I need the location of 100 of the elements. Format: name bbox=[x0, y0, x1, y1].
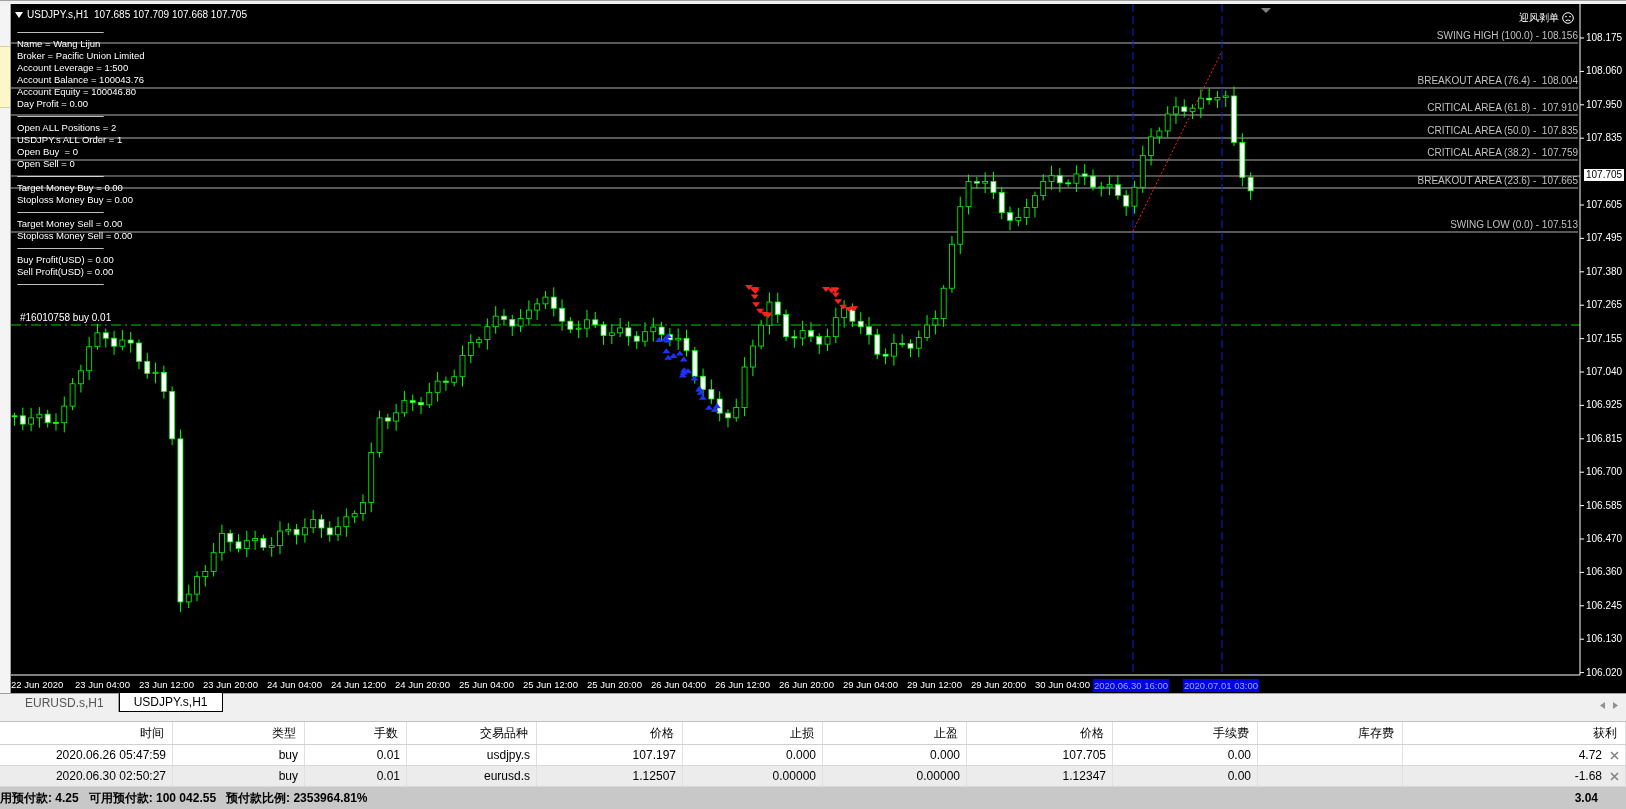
column-header[interactable]: 手续费 bbox=[1213, 724, 1249, 742]
table-cell-text: 1.12347 bbox=[1062, 768, 1106, 785]
column-header[interactable]: 手数 bbox=[374, 724, 398, 742]
table-cell-text: 107.197 bbox=[632, 747, 676, 764]
price-axis-label: 106.470 bbox=[1586, 533, 1623, 545]
info-text: Stoploss Money Buy = 0.00 bbox=[17, 194, 134, 206]
fibonacci-level-label: BREAKOUT AREA (76.4) - 108.004 bbox=[1417, 75, 1578, 87]
column-header[interactable]: 止损 bbox=[790, 724, 814, 742]
table-cell-text: 0.00 bbox=[1227, 768, 1251, 785]
info-text: Stoploss Money Sell = 0.00 bbox=[17, 230, 134, 242]
table-cell-text: -1.68 bbox=[1574, 768, 1602, 785]
info-text: Account Equity = 100046.80 bbox=[17, 86, 138, 98]
info-text: Target Money Buy = 0.00 bbox=[17, 182, 124, 194]
price-axis-label: 106.585 bbox=[1586, 499, 1623, 512]
info-text: Open Buy = 0 bbox=[17, 146, 79, 158]
column-header[interactable]: 获利 bbox=[1593, 724, 1617, 742]
table-cell-text: 0.01 bbox=[376, 747, 400, 764]
chart-title: USDJPY.s,H1 107.685 107.709 107.668 107.705 bbox=[27, 9, 247, 21]
sad-face-icon bbox=[1562, 12, 1574, 24]
price-axis-label: 106.130 bbox=[1586, 633, 1623, 646]
table-cell-text: usdjpy.s bbox=[486, 747, 530, 764]
info-text: Buy Profit(USD) = 0.00 bbox=[17, 254, 115, 266]
table-cell-text: 0.000 bbox=[785, 747, 816, 764]
table-cell-text: 1.12507 bbox=[632, 768, 676, 785]
time-axis-label: 29 Jun 04:00 bbox=[843, 678, 898, 692]
separator-text: ------------------------------------------- bbox=[17, 278, 105, 290]
time-axis-label: 23 Jun 12:00 bbox=[139, 678, 194, 692]
price-axis-label: 106.020 bbox=[1586, 666, 1623, 679]
time-axis-label: 29 Jun 20:00 bbox=[971, 678, 1026, 692]
column-header[interactable]: 价格 bbox=[1080, 724, 1104, 742]
fibonacci-level-label: CRITICAL AREA (61.8) - 107.910 bbox=[1427, 102, 1578, 114]
close-icon[interactable] bbox=[1610, 750, 1619, 760]
info-text: Day Profit = 0.00 bbox=[17, 98, 90, 110]
separator-text: ------------------------------------------- bbox=[17, 242, 105, 254]
chart-tab[interactable]: USDJPY.s,H1 bbox=[118, 693, 223, 712]
column-header[interactable]: 止盈 bbox=[934, 724, 958, 742]
time-axis-label: 26 Jun 20:00 bbox=[779, 678, 834, 692]
info-text: Broker = Pacific Union Limited bbox=[17, 50, 145, 62]
time-axis-label: 26 Jun 04:00 bbox=[651, 678, 706, 692]
price-axis-label: 107.380 bbox=[1586, 265, 1623, 278]
scroll-right-icon[interactable] bbox=[1613, 702, 1618, 709]
price-axis-label: 108.060 bbox=[1586, 65, 1623, 78]
status-text: 预付款比例: 2353964.81% bbox=[226, 790, 368, 807]
time-cursor-label: 2020.07.01 03:00 bbox=[1183, 679, 1259, 692]
info-text: Account Leverage = 1:500 bbox=[17, 62, 130, 74]
time-cursor-label: 2020.06.30 16:00 bbox=[1093, 679, 1169, 692]
price-axis-label: 107.155 bbox=[1586, 332, 1623, 345]
time-axis-label: 22 Jun 2020 bbox=[11, 678, 64, 692]
table-cell-text: 0.01 bbox=[376, 768, 400, 785]
price-axis-label: 107.040 bbox=[1586, 366, 1623, 378]
indicator-name: 迎风剥单 bbox=[1519, 12, 1559, 24]
separator-text: ------------------------------------------- bbox=[17, 110, 105, 122]
table-cell-text: 0.00 bbox=[1227, 747, 1251, 764]
column-header[interactable]: 价格 bbox=[650, 724, 674, 742]
table-cell-text: buy bbox=[278, 768, 298, 785]
status-text: 用预付款: 4.25 bbox=[0, 790, 79, 807]
time-axis-label: 29 Jun 12:00 bbox=[907, 678, 962, 692]
fibonacci-level-label: CRITICAL AREA (50.0) - 107.835 bbox=[1427, 125, 1578, 137]
price-axis-label: 106.815 bbox=[1586, 432, 1623, 445]
info-text: Open ALL Positions = 2 bbox=[17, 122, 118, 134]
total-profit: 3.04 bbox=[1574, 790, 1599, 807]
price-axis-label: 106.245 bbox=[1586, 599, 1623, 612]
time-axis-label: 23 Jun 20:00 bbox=[203, 678, 258, 692]
dropdown-icon[interactable] bbox=[15, 12, 23, 18]
table-cell-text: 0.00000 bbox=[772, 768, 816, 785]
info-text: Account Balance = 100043.76 bbox=[17, 74, 145, 86]
column-header[interactable]: 交易品种 bbox=[480, 724, 528, 742]
close-icon[interactable] bbox=[1610, 771, 1619, 781]
table-cell-text: 107.705 bbox=[1062, 747, 1106, 764]
column-header[interactable]: 时间 bbox=[140, 724, 164, 742]
fibonacci-level-label: SWING HIGH (100.0) - 108.156 bbox=[1436, 30, 1578, 42]
time-axis-label: 23 Jun 04:00 bbox=[75, 678, 130, 692]
info-text: Sell Profit(USD) = 0.00 bbox=[17, 266, 115, 278]
time-axis-label: 26 Jun 12:00 bbox=[715, 678, 770, 692]
time-axis-label: 25 Jun 12:00 bbox=[523, 678, 578, 692]
info-text: Name = Wang Lijun bbox=[17, 38, 102, 50]
time-axis-label: 30 Jun 04:00 bbox=[1035, 678, 1090, 692]
table-cell-text: 0.000 bbox=[929, 747, 960, 764]
price-axis-label: 106.925 bbox=[1586, 399, 1623, 412]
column-header[interactable]: 库存费 bbox=[1358, 724, 1394, 742]
status-text: 可用预付款: 100 042.55 bbox=[88, 790, 217, 807]
time-axis-label: 24 Jun 04:00 bbox=[267, 678, 322, 692]
price-axis-label: 107.265 bbox=[1586, 299, 1623, 312]
price-axis-label: 108.175 bbox=[1586, 32, 1623, 44]
table-cell-text: buy bbox=[278, 747, 298, 764]
separator-text: ------------------------------------------- bbox=[17, 26, 105, 38]
price-axis-label: 106.700 bbox=[1586, 466, 1623, 479]
price-axis-label: 107.495 bbox=[1586, 232, 1623, 245]
table-cell-text: 0.00000 bbox=[916, 768, 960, 785]
scroll-left-icon[interactable] bbox=[1600, 702, 1605, 709]
time-axis-label: 25 Jun 04:00 bbox=[459, 678, 514, 692]
fibonacci-level-label: CRITICAL AREA (38.2) - 107.759 bbox=[1427, 147, 1578, 159]
price-axis-label: 107.835 bbox=[1586, 132, 1623, 145]
current-price-label: 107.705 bbox=[1584, 169, 1625, 181]
table-cell-text: eurusd.s bbox=[483, 768, 530, 785]
separator-text: ------------------------------------------- bbox=[17, 170, 105, 182]
table-cell-text: 2020.06.30 02:50:27 bbox=[55, 768, 166, 785]
fibonacci-level-label: BREAKOUT AREA (23.6) - 107.665 bbox=[1417, 175, 1578, 187]
column-header[interactable]: 类型 bbox=[272, 724, 296, 742]
table-cell-text: 4.72 bbox=[1578, 747, 1602, 764]
